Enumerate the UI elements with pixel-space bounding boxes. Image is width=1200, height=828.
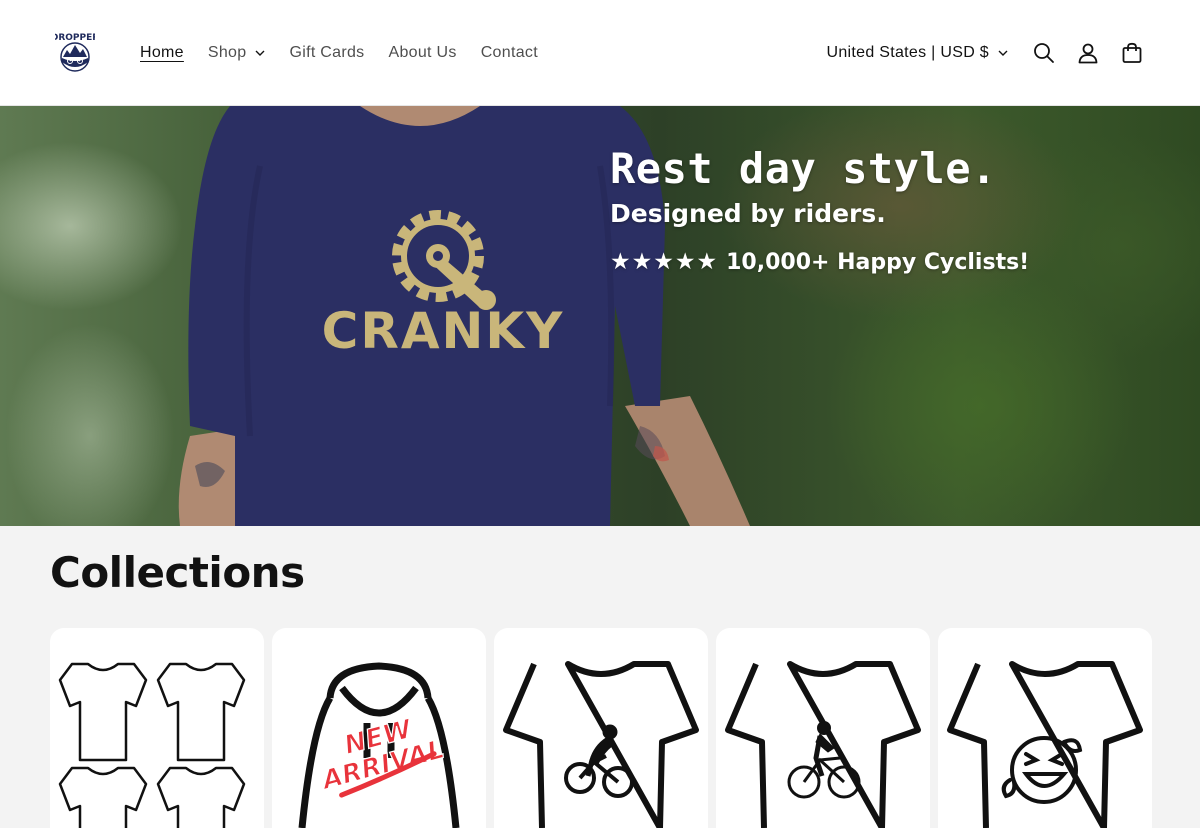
collections-section: Collections NEW ARRIVAL: [0, 526, 1200, 828]
svg-text:DROPPER: DROPPER: [55, 33, 95, 43]
collection-card[interactable]: [50, 628, 264, 828]
hero-title: Rest day style.: [610, 144, 997, 193]
nav-home-label: Home: [140, 44, 184, 61]
collection-card[interactable]: [494, 628, 708, 828]
five-stars-icon: ★ ★ ★ ★ ★: [610, 249, 718, 275]
account-icon[interactable]: [1066, 31, 1110, 75]
collection-card[interactable]: [716, 628, 930, 828]
search-icon[interactable]: [1022, 31, 1066, 75]
site-header: DROPPER Home Shop Gift Cards About Us Co…: [0, 0, 1200, 106]
main-nav: Home Shop Gift Cards About Us Contact: [128, 0, 550, 106]
nav-gift-cards-label: Gift Cards: [289, 44, 365, 61]
road-cyclist-tshirt-icon: [725, 661, 921, 828]
nav-contact-label: Contact: [480, 44, 538, 61]
country-currency-selector[interactable]: United States | USD $: [826, 44, 1008, 62]
chevron-down-icon: [255, 50, 265, 56]
header-tools: United States | USD $: [826, 0, 1154, 106]
mtb-rider-tshirt-icon: [503, 661, 699, 828]
collection-card[interactable]: NEW ARRIVAL: [272, 628, 486, 828]
shirt-print-text: CRANKY: [322, 302, 565, 360]
tshirt-grid-icon: [58, 662, 246, 828]
country-currency-label: United States | USD $: [826, 44, 989, 61]
collection-card[interactable]: [938, 628, 1152, 828]
nav-home[interactable]: Home: [128, 38, 196, 68]
nav-about-us[interactable]: About Us: [376, 38, 468, 68]
hero-rating-text: 10,000+ Happy Cyclists!: [726, 250, 1030, 275]
nav-about-us-label: About Us: [388, 44, 457, 61]
hero-subtitle: Designed by riders.: [610, 199, 886, 228]
brand-logo[interactable]: DROPPER: [51, 30, 99, 74]
laughing-emoji-tshirt-icon: [947, 661, 1143, 828]
cart-icon[interactable]: [1110, 31, 1154, 75]
hero-rating: ★ ★ ★ ★ ★ 10,000+ Happy Cyclists!: [610, 250, 1029, 275]
hero-copy: Rest day style. Designed by riders. ★ ★ ★ ★…: [610, 144, 1029, 275]
nav-gift-cards[interactable]: Gift Cards: [277, 38, 376, 68]
new-arrival-hoodie-icon: NEW ARRIVAL: [298, 662, 460, 828]
nav-contact[interactable]: Contact: [469, 38, 550, 68]
hero-banner[interactable]: CRANKY Rest day style. Designed by rider…: [0, 106, 1200, 526]
nav-shop[interactable]: Shop: [196, 38, 278, 68]
collections-grid: NEW ARRIVAL: [50, 628, 1152, 828]
chevron-down-icon: [998, 50, 1008, 56]
collections-heading: Collections: [50, 548, 305, 597]
nav-shop-label: Shop: [207, 44, 247, 61]
